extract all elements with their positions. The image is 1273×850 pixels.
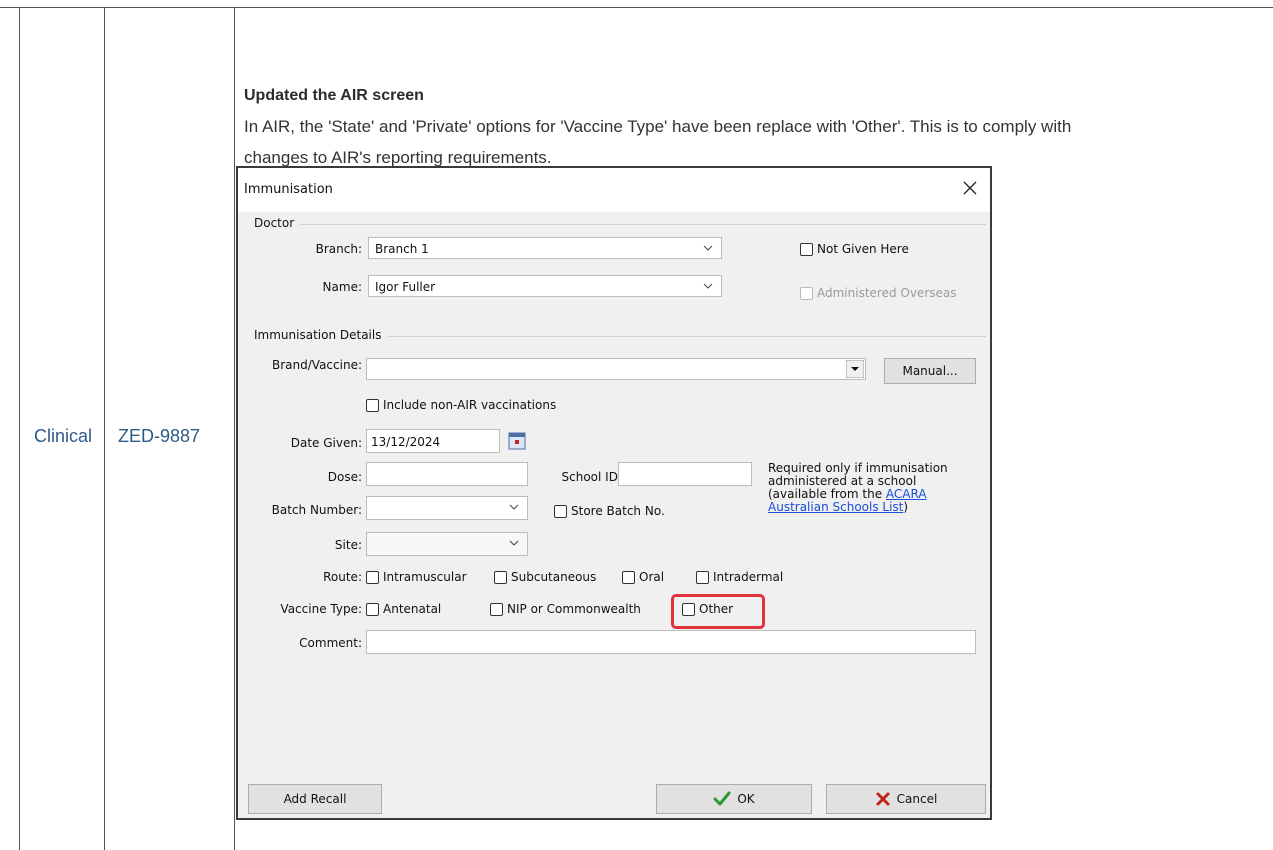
batch-number-select[interactable] <box>366 496 528 520</box>
school-hint-end: ) <box>903 500 909 514</box>
administered-overseas-checkbox[interactable]: Administered Overseas <box>800 286 957 300</box>
highlight-box <box>671 594 765 629</box>
batch-number-label: Batch Number: <box>271 503 362 517</box>
date-given-value: 13/12/2024 <box>371 435 441 449</box>
ok-label: OK <box>737 792 755 806</box>
immunisation-dialog: Immunisation Doctor Branch: Branch 1 Nam… <box>236 166 992 820</box>
checkbox-box <box>800 242 813 256</box>
name-value: Igor Fuller <box>375 280 436 294</box>
branch-select[interactable]: Branch 1 <box>368 237 722 259</box>
store-batch-label: Store Batch No. <box>571 504 665 518</box>
route-intramuscular-checkbox[interactable]: Intramuscular <box>366 570 467 584</box>
cancel-x-icon <box>876 792 890 806</box>
vaccine-type-antenatal-checkbox[interactable]: Antenatal <box>366 602 441 616</box>
table-left-border <box>19 7 20 850</box>
name-label: Name: <box>322 280 362 294</box>
ticket-cell: ZED-9887 <box>118 426 201 446</box>
date-given-label: Date Given: <box>290 436 362 450</box>
administered-overseas-label: Administered Overseas <box>817 286 957 300</box>
close-icon[interactable] <box>960 178 980 198</box>
brand-select[interactable] <box>366 358 866 380</box>
details-group-line <box>388 336 986 337</box>
include-non-air-checkbox[interactable]: Include non-AIR vaccinations <box>366 398 556 412</box>
route-label: Route: <box>323 570 362 584</box>
include-non-air-label: Include non-AIR vaccinations <box>383 398 557 412</box>
vaccine-type-label: Vaccine Type: <box>280 602 362 616</box>
school-id-input[interactable] <box>618 462 752 486</box>
release-note: Updated the AIR screen In AIR, the 'Stat… <box>244 80 1124 173</box>
not-given-here-checkbox[interactable]: Not Given Here <box>800 242 909 256</box>
cancel-label: Cancel <box>896 792 938 806</box>
checkbox-box <box>800 286 813 300</box>
date-given-input[interactable]: 13/12/2024 <box>366 429 500 453</box>
name-select[interactable]: Igor Fuller <box>368 275 722 297</box>
add-recall-button[interactable]: Add Recall <box>248 784 382 814</box>
route-oral-label: Oral <box>639 570 665 584</box>
vaccine-type-nip-checkbox[interactable]: NIP or Commonwealth <box>490 602 641 616</box>
checkmark-icon <box>713 791 731 806</box>
vaccine-type-antenatal-label: Antenatal <box>383 602 442 616</box>
dialog-title: Immunisation <box>244 182 333 197</box>
comment-label: Comment: <box>299 636 362 650</box>
route-subcutaneous-label: Subcutaneous <box>511 570 597 584</box>
not-given-here-label: Not Given Here <box>817 242 909 256</box>
checkbox-box <box>366 602 379 616</box>
table-divider-2 <box>234 7 235 850</box>
school-hint-line-4: Australian Schools List) <box>768 501 988 514</box>
branch-value: Branch 1 <box>375 242 429 256</box>
route-intradermal-checkbox[interactable]: Intradermal <box>696 570 783 584</box>
chevron-down-icon <box>509 540 519 546</box>
dropdown-arrow-icon <box>846 360 864 378</box>
school-hint-text: (available from the <box>768 487 886 501</box>
chevron-down-icon <box>703 245 713 251</box>
school-id-hint: Required only if immunisation administer… <box>768 462 988 514</box>
route-subcutaneous-checkbox[interactable]: Subcutaneous <box>494 570 596 584</box>
checkbox-box <box>490 602 503 616</box>
checkbox-box <box>366 398 379 412</box>
doctor-group-line <box>300 224 986 225</box>
manual-button-label: Manual... <box>902 364 958 378</box>
dose-label: Dose: <box>327 470 362 484</box>
comment-input[interactable] <box>366 630 976 654</box>
store-batch-checkbox[interactable]: Store Batch No. <box>554 504 665 518</box>
route-oral-checkbox[interactable]: Oral <box>622 570 664 584</box>
checkbox-box <box>494 570 507 584</box>
route-intramuscular-label: Intramuscular <box>383 570 467 584</box>
table-divider-1 <box>104 7 105 850</box>
note-body: In AIR, the 'State' and 'Private' option… <box>244 117 1072 167</box>
manual-button[interactable]: Manual... <box>884 358 976 384</box>
table-top-border <box>0 7 1273 8</box>
doctor-group-label: Doctor <box>254 216 295 230</box>
note-title: Updated the AIR screen <box>244 87 424 104</box>
school-id-label: School ID: <box>561 470 622 484</box>
calendar-icon[interactable] <box>508 432 526 450</box>
checkbox-box <box>366 570 379 584</box>
ok-button[interactable]: OK <box>656 784 812 814</box>
add-recall-label: Add Recall <box>283 792 347 806</box>
branch-label: Branch: <box>315 242 362 256</box>
vaccine-type-nip-label: NIP or Commonwealth <box>507 602 641 616</box>
checkbox-box <box>696 570 709 584</box>
checkbox-box <box>554 504 567 518</box>
details-group-label: Immunisation Details <box>254 328 382 342</box>
dialog-titlebar: Immunisation <box>238 168 990 212</box>
site-label: Site: <box>334 538 362 552</box>
dose-input[interactable] <box>366 462 528 486</box>
chevron-down-icon <box>509 504 519 510</box>
cancel-button[interactable]: Cancel <box>826 784 986 814</box>
category-cell: Clinical <box>34 426 93 446</box>
chevron-down-icon <box>703 283 713 289</box>
brand-label: Brand/Vaccine: <box>272 358 362 372</box>
checkbox-box <box>622 570 635 584</box>
site-select[interactable] <box>366 532 528 556</box>
route-intradermal-label: Intradermal <box>713 570 784 584</box>
acara-link[interactable]: ACARA <box>886 487 927 501</box>
schools-list-link[interactable]: Australian Schools List <box>768 500 903 514</box>
